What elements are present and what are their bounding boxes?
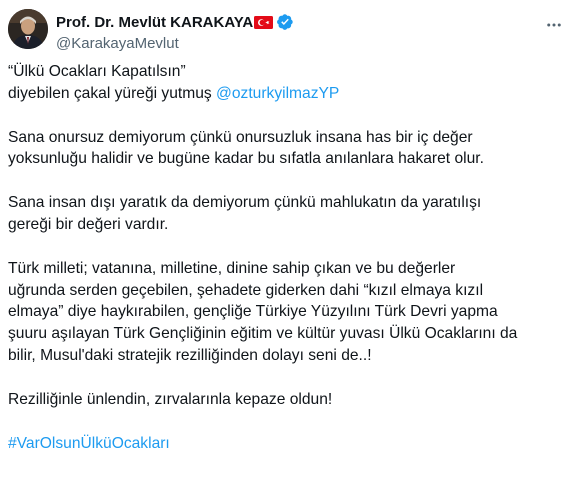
tweet-header: Prof. Dr. Mevlüt KARAKAYA @KarakayaMevlu…	[8, 9, 570, 59]
tweet-paragraph: #VarOlsunÜlküOcakları	[8, 433, 570, 455]
tweet-paragraph: Rezilliğinle ünlendin, zırvalarınla kepa…	[8, 389, 570, 411]
tweet-line: Türk milleti; vatanına, milletine, dinin…	[8, 259, 456, 277]
mention-link[interactable]: @ozturkyilmazYP	[216, 85, 339, 102]
tweet-line: şuuru aşılayan Türk Gençliğinin eğitim v…	[8, 325, 518, 343]
tweet-paragraph: Sana insan dışı yaratık da demiyorum çün…	[8, 192, 570, 236]
tweet-line: diyebilen çakal yüreği yutmuş @ozturkyil…	[8, 83, 570, 105]
tweet-paragraph: Türk milleti; vatanına, milletine, dinin…	[8, 258, 570, 367]
more-dots-icon	[547, 23, 561, 27]
tweet-text: “Ülkü Ocakları Kapatılsın” diyebilen çak…	[8, 61, 570, 476]
verified-badge-icon	[276, 13, 294, 31]
tweet-line: “Ülkü Ocakları Kapatılsın”	[8, 63, 186, 80]
tweet-line: Rezilliğinle ünlendin, zırvalarınla kepa…	[8, 390, 333, 408]
tweet-line-text: diyebilen çakal yüreği yutmuş	[8, 84, 217, 102]
author-display-name[interactable]: Prof. Dr. Mevlüt KARAKAYA	[56, 14, 253, 31]
author-name-row: Prof. Dr. Mevlüt KARAKAYA	[56, 12, 294, 32]
more-options-button[interactable]	[542, 13, 566, 37]
author-handle[interactable]: @KarakayaMevlut	[56, 35, 179, 52]
turkey-flag-icon	[254, 15, 274, 29]
tweet-paragraph: “Ülkü Ocakları Kapatılsın” diyebilen çak…	[8, 61, 570, 105]
tweet-line: yoksunluğu halidir ve bugüne kadar bu sı…	[8, 150, 484, 168]
tweet-line: Sana onursuz demiyorum çünkü onursuzluk …	[8, 128, 473, 146]
tweet-line: gereği bir değeri vardır.	[8, 215, 169, 233]
tweet-line: elmaya” diye haykırabilen, gençliğe Türk…	[8, 303, 498, 321]
hashtag-link[interactable]: #VarOlsunÜlküOcakları	[8, 433, 570, 455]
tweet-line: uğrunda serden geçebilen, şehadete gider…	[8, 281, 484, 299]
avatar[interactable]	[8, 9, 48, 49]
tweet-line: bilir, Musul'daki stratejik rezilliğinde…	[8, 346, 372, 364]
tweet-paragraph: Sana onursuz demiyorum çünkü onursuzluk …	[8, 127, 570, 171]
tweet-line: Sana insan dışı yaratık da demiyorum çün…	[8, 194, 482, 212]
